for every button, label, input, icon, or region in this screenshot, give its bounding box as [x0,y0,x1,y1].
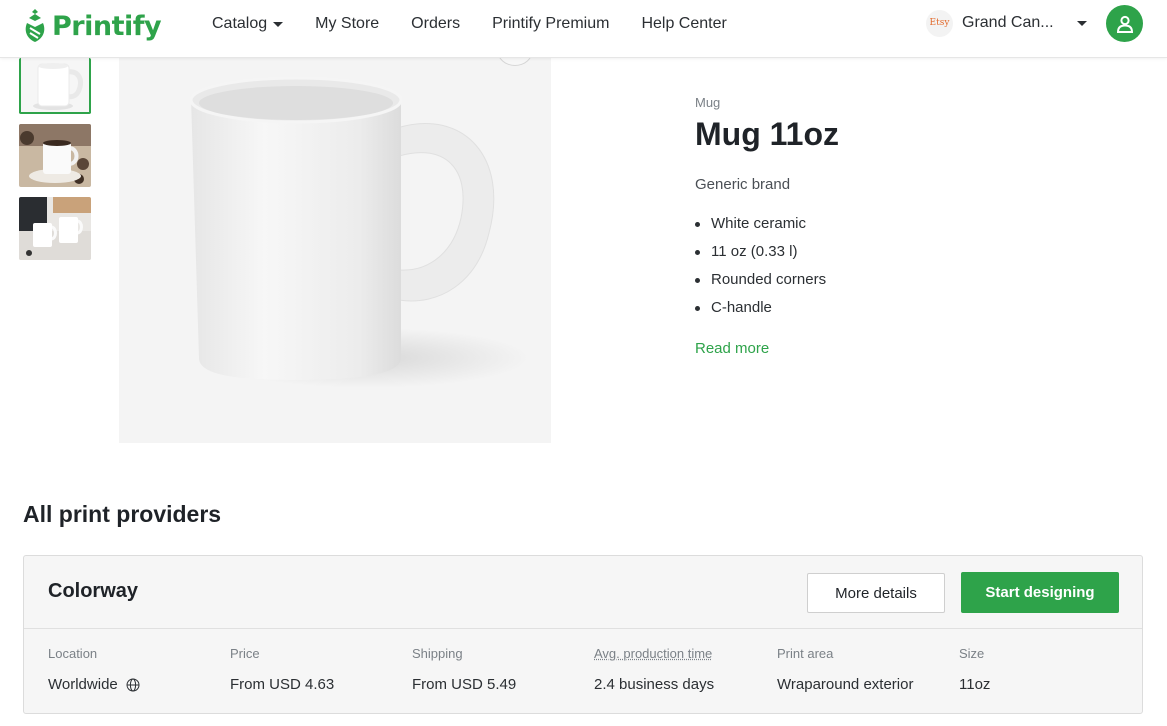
spec-location: Location Worldwide [48,646,140,693]
user-icon [1116,15,1133,33]
chevron-down-icon [1076,20,1087,26]
product-category[interactable]: Mug [695,95,720,110]
spec-value: Worldwide [48,676,140,693]
providers-section-title: All print providers [23,501,222,527]
store-name: Grand Can... [962,14,1054,31]
mug-scene-thumbnail-image [19,124,91,187]
nav-orders[interactable]: Orders [411,14,460,34]
more-details-button[interactable]: More details [807,573,945,613]
mug-thumbnail-image [21,58,89,112]
spec-value: 11oz [959,676,991,693]
store-selector[interactable]: Etsy Grand Can... [926,9,1087,37]
spec-label: Size [959,646,985,661]
spec-label: Print area [777,646,834,661]
thumbnail-1[interactable] [19,58,91,114]
nav-premium-label: Printify Premium [492,15,610,32]
provider-name: Colorway [48,580,139,602]
etsy-icon: Etsy [926,9,953,37]
printify-logo[interactable]: Printify [22,6,162,46]
thumbnail-3[interactable] [19,197,91,260]
globe-icon[interactable] [126,678,140,692]
nav-my-store-label: My Store [315,15,380,32]
feature-item: White ceramic [695,215,826,243]
spec-value: From USD 4.63 [230,676,335,693]
account-avatar-button[interactable] [1106,5,1143,42]
nav-printify-premium[interactable]: Printify Premium [492,14,609,34]
product-title: Mug 11oz [695,116,840,152]
spec-label-tooltip[interactable]: Avg. production time [594,646,714,664]
chevron-down-icon [273,21,284,27]
provider-card-header: Colorway More details Start designing [24,556,1142,629]
nav-orders-label: Orders [411,15,461,32]
spec-label: Location [48,646,98,661]
main-nav: Catalog My Store Orders Printify Premium… [212,14,759,34]
start-designing-button[interactable]: Start designing [961,572,1119,613]
read-more-link[interactable]: Read more [695,340,769,357]
mug-pair-thumbnail-image [19,197,91,260]
image-thumbnails [19,58,91,270]
printify-logo-icon [25,9,45,42]
spec-value: From USD 5.49 [412,676,517,693]
location-value: Worldwide [48,676,118,693]
provider-card: Colorway More details Start designing Lo… [23,555,1143,714]
nav-help-center[interactable]: Help Center [641,14,726,34]
spec-label: Price [230,646,260,661]
spec-value: Wraparound exterior [777,676,914,693]
product-features: White ceramic 11 oz (0.33 l) Rounded cor… [695,215,826,327]
spec-production-time: Avg. production time 2.4 business days [594,646,714,693]
mug-main-image [189,76,529,388]
nav-help-label: Help Center [641,15,727,32]
spec-print-area: Print area Wraparound exterior [777,646,913,693]
feature-item: Rounded corners [695,271,826,299]
product-main-image[interactable] [119,58,551,443]
nav-my-store[interactable]: My Store [315,14,379,34]
spec-label: Shipping [412,646,463,661]
product-brand: Generic brand [695,176,791,193]
spec-shipping: Shipping From USD 5.49 [412,646,516,693]
spec-price: Price From USD 4.63 [230,646,334,693]
spec-value: 2.4 business days [594,676,715,693]
nav-catalog-label: Catalog [212,15,268,32]
nav-catalog[interactable]: Catalog [212,14,284,34]
top-navbar: Printify Catalog My Store Orders Printif… [0,0,1167,58]
logo-wordmark: Printify [52,10,162,42]
feature-item: C-handle [695,299,826,327]
spec-size: Size 11oz [959,646,990,693]
feature-item: 11 oz (0.33 l) [695,243,826,271]
thumbnail-2[interactable] [19,124,91,187]
